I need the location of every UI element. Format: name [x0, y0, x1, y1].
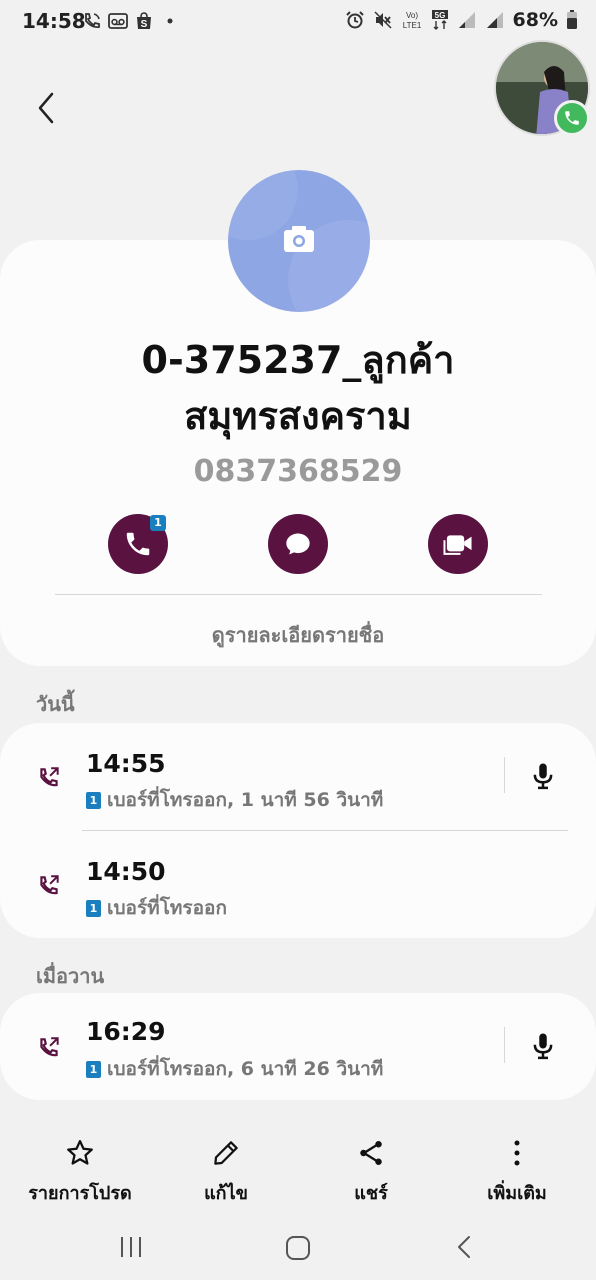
outgoing-call-icon	[40, 875, 59, 895]
edit-button[interactable]: แก้ไข	[151, 1138, 301, 1207]
microphone-icon	[533, 763, 553, 790]
call-time: 16:29	[86, 1017, 166, 1046]
mute-icon	[373, 11, 392, 29]
call-log-row[interactable]: 16:29 1 เบอร์ที่โทรออก, 6 นาที 26 วินาที	[0, 993, 596, 1100]
more-vertical-icon	[514, 1140, 520, 1166]
call-recording-button[interactable]	[528, 1031, 558, 1061]
share-button[interactable]: แชร์	[296, 1138, 446, 1207]
sim-1-icon: 1	[86, 791, 101, 809]
status-time: 14:58	[22, 9, 86, 33]
status-bar: 14:58 S Vo) LTE1 5G 68%	[0, 0, 596, 44]
call-recording-button[interactable]	[528, 761, 558, 791]
share-icon	[360, 1141, 382, 1165]
section-yesterday-label: เมื่อวาน	[36, 964, 105, 988]
call-count-badge: 1	[150, 515, 166, 531]
shopee-icon: S	[137, 12, 151, 30]
contact-name: 0-375237_ลูกค้า สมุทรสงคราม	[0, 332, 596, 444]
video-camera-icon	[443, 535, 472, 555]
pencil-icon	[214, 1141, 238, 1165]
call-time: 14:55	[86, 749, 166, 778]
signal-2-icon	[486, 12, 503, 28]
microphone-icon	[533, 1033, 553, 1060]
call-time: 14:50	[86, 857, 166, 886]
voicemail-icon	[108, 13, 128, 29]
5g-data-icon: 5G	[431, 10, 448, 30]
system-navigation-bar	[0, 1214, 596, 1280]
camera-icon	[228, 170, 370, 312]
status-system-icons: Vo) LTE1 5G 68%	[345, 9, 578, 31]
more-notifications-dot-icon	[167, 18, 173, 24]
battery-percent: 68%	[512, 9, 558, 31]
alarm-icon	[345, 11, 364, 29]
signal-1-icon	[458, 12, 475, 28]
svg-text:Vo): Vo)	[406, 11, 418, 20]
message-bubble-icon	[286, 533, 310, 555]
row-divider-vertical	[504, 1027, 505, 1063]
call-detail-text: เบอร์ที่โทรออก, 1 นาที 56 วินาที	[107, 789, 384, 811]
card-divider	[55, 594, 542, 595]
home-icon[interactable]	[284, 1234, 312, 1262]
recent-apps-icon[interactable]	[117, 1234, 145, 1260]
call-detail: 1 เบอร์ที่โทรออก, 1 นาที 56 วินาที	[86, 785, 383, 815]
message-button[interactable]	[268, 514, 328, 574]
contact-phone-number: 0837368529	[193, 454, 403, 489]
sim-1-icon: 1	[86, 1060, 101, 1078]
contact-name-line-1: 0-375237_ลูกค้า	[141, 338, 455, 382]
contact-name-line-2: สมุทรสงคราม	[184, 394, 412, 438]
contact-photo[interactable]	[228, 170, 370, 312]
video-call-button[interactable]	[428, 514, 488, 574]
phone-icon	[565, 111, 579, 125]
battery-icon	[567, 10, 577, 29]
svg-text:5G: 5G	[434, 11, 445, 20]
call-detail: 1 เบอร์ที่โทรออก	[86, 893, 227, 923]
status-notification-icons: S	[82, 11, 180, 31]
chevron-left-icon	[38, 92, 54, 124]
outgoing-call-icon	[40, 1037, 59, 1057]
more-options-button[interactable]: เพิ่มเติม	[442, 1138, 592, 1207]
svg-text:S: S	[141, 19, 148, 30]
more-options-label: เพิ่มเติม	[487, 1183, 547, 1204]
call-detail-text: เบอร์ที่โทรออก	[107, 897, 227, 919]
system-back-icon[interactable]	[452, 1234, 478, 1260]
star-icon	[67, 1140, 93, 1165]
favorites-label: รายการโปรด	[28, 1183, 132, 1204]
call-detail: 1 เบอร์ที่โทรออก, 6 นาที 26 วินาที	[86, 1054, 383, 1084]
back-button[interactable]	[30, 88, 66, 128]
phone-icon	[126, 532, 150, 556]
favorites-button[interactable]: รายการโปรด	[5, 1138, 155, 1207]
wifi-call-icon	[85, 13, 100, 29]
ongoing-call-badge[interactable]	[554, 100, 590, 136]
svg-text:LTE1: LTE1	[402, 21, 421, 30]
share-label: แชร์	[354, 1183, 388, 1204]
view-contact-details-link[interactable]: ดูรายละเอียดรายชื่อ	[0, 619, 596, 651]
volte-lte-icon: Vo)LTE1	[402, 11, 421, 30]
edit-label: แก้ไข	[204, 1183, 248, 1204]
call-log-row[interactable]: 14:50 1 เบอร์ที่โทรออก	[0, 831, 596, 938]
section-today-label: วันนี้	[36, 692, 75, 716]
outgoing-call-icon	[40, 767, 59, 787]
sim-1-icon: 1	[86, 899, 101, 917]
row-divider-vertical	[504, 757, 505, 793]
call-detail-text: เบอร์ที่โทรออก, 6 นาที 26 วินาที	[107, 1058, 384, 1080]
call-log-row[interactable]: 14:55 1 เบอร์ที่โทรออก, 1 นาที 56 วินาที	[0, 723, 596, 830]
